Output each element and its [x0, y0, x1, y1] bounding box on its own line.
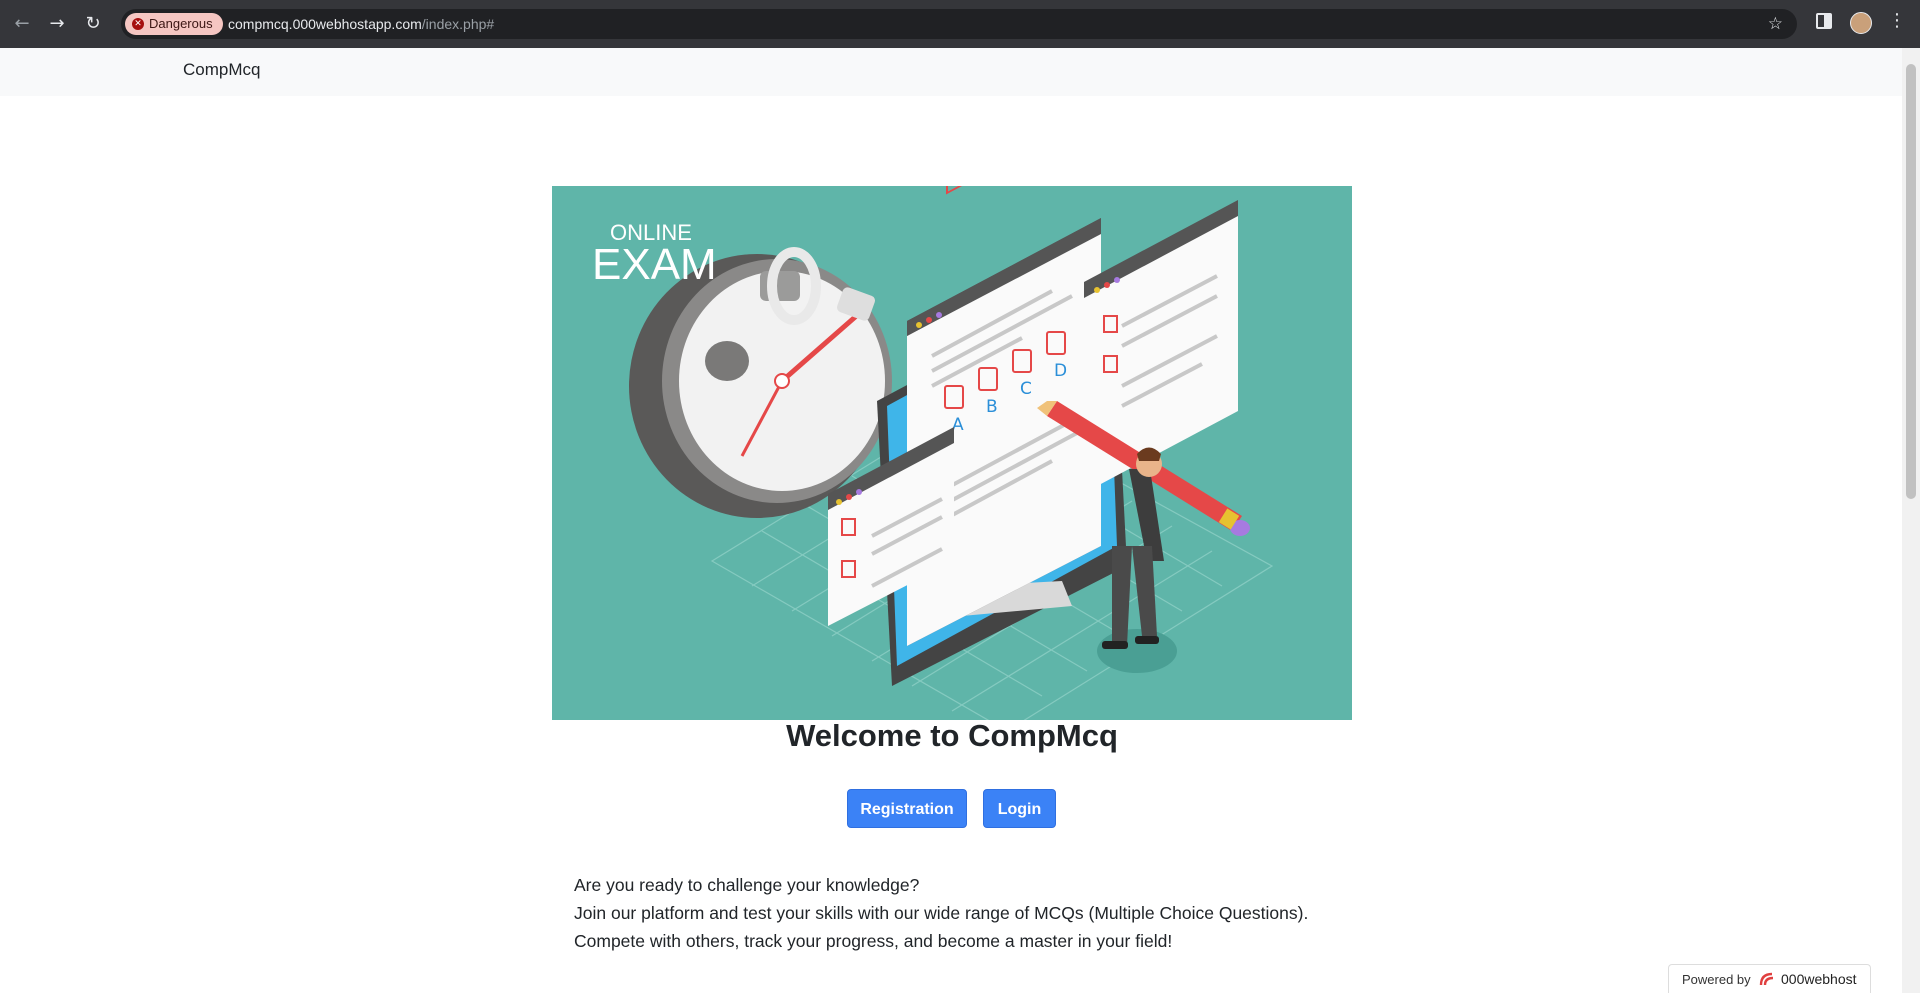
security-chip-label: Dangerous	[149, 16, 213, 31]
welcome-heading: Welcome to CompMcq	[786, 718, 1118, 753]
powered-by-badge[interactable]: Powered by 000webhost	[1668, 964, 1871, 993]
login-button[interactable]: Login	[983, 789, 1056, 828]
choice-B: B	[986, 397, 998, 417]
url-path: /index.php#	[421, 16, 495, 32]
star-icon[interactable]: ☆	[1768, 14, 1783, 34]
intro-line: Compete with others, track your progress…	[574, 931, 1173, 951]
url-host: compmcq.000webhostapp.com	[228, 16, 422, 32]
danger-icon: ✕	[132, 18, 144, 30]
side-panel-icon[interactable]	[1816, 13, 1832, 29]
powered-by-label: Powered by	[1682, 972, 1751, 987]
back-arrow-icon[interactable]: ←	[10, 12, 34, 36]
intro-line: Join our platform and test your skills w…	[574, 903, 1309, 923]
page-scrollbar[interactable]	[1902, 48, 1920, 993]
hero-illustration: A B C D ONLINE EXAM	[552, 186, 1352, 720]
intro-line: Are you ready to challenge your knowledg…	[574, 875, 920, 895]
navbar: CompMcq	[0, 48, 1902, 96]
000webhost-logo-icon	[1759, 972, 1774, 986]
reload-icon[interactable]: ↻	[81, 12, 105, 36]
registration-button[interactable]: Registration	[847, 789, 967, 828]
security-warning-chip[interactable]: ✕ Dangerous	[125, 13, 223, 35]
powered-by-brand: 000webhost	[1781, 971, 1857, 987]
hero-text-exam: EXAM	[592, 240, 717, 289]
more-menu-icon[interactable]: ⋮	[1888, 10, 1906, 31]
address-bar[interactable]: ✕ Dangerous compmcq.000webhostapp.com/in…	[121, 9, 1797, 39]
browser-toolbar: ← → ↻ ✕ Dangerous compmcq.000webhostapp.…	[0, 0, 1920, 48]
profile-avatar[interactable]	[1850, 12, 1872, 34]
scrollbar-thumb[interactable]	[1906, 64, 1916, 499]
navbar-brand[interactable]: CompMcq	[183, 60, 260, 80]
choice-D: D	[1054, 361, 1067, 381]
url-text[interactable]: compmcq.000webhostapp.com/index.php#	[228, 9, 494, 39]
choice-C: C	[1020, 379, 1032, 399]
forward-arrow-icon[interactable]: →	[45, 12, 69, 36]
intro-text: Are you ready to challenge your knowledg…	[574, 871, 1308, 955]
